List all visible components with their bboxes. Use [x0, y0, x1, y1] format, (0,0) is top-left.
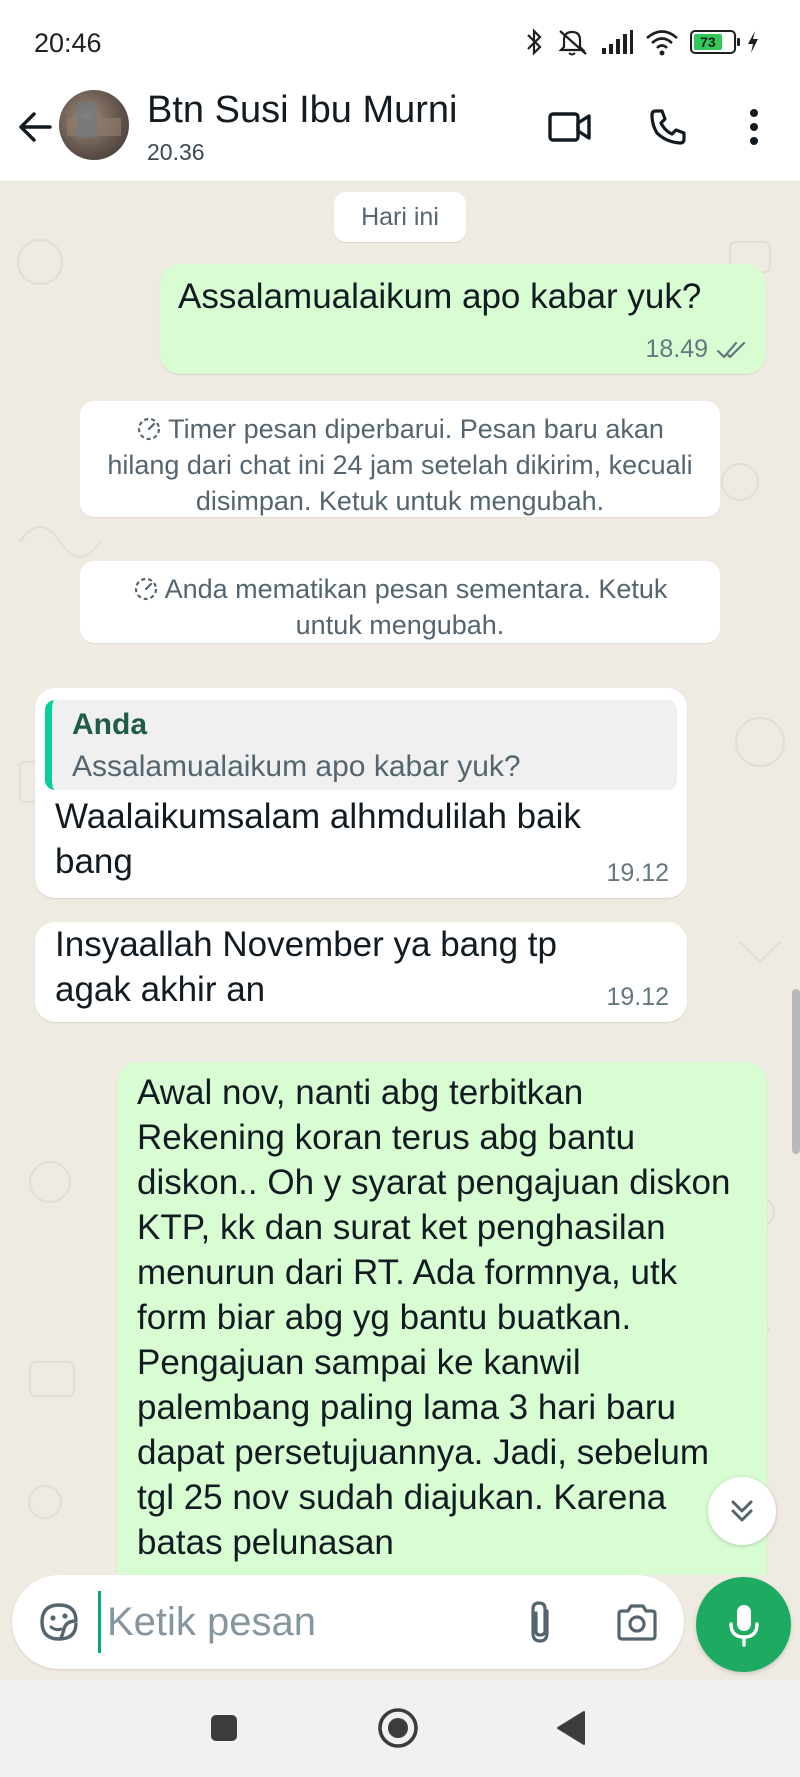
video-call-icon [548, 112, 591, 142]
message-text: Assalamualaikum apo kabar yuk? [178, 277, 702, 316]
incoming-message[interactable]: Insyaallah November ya bang tp agak akhi… [35, 922, 687, 1022]
contact-name[interactable]: Btn Susi Ibu Murni [147, 89, 457, 132]
status-icons: 73 [524, 22, 760, 62]
incoming-message[interactable]: Anda Assalamualaikum apo kabar yuk? Waal… [35, 688, 687, 898]
voice-message-button[interactable] [696, 1577, 791, 1672]
square-icon [211, 1715, 237, 1741]
sticker-button[interactable] [34, 1597, 84, 1647]
home-circle-icon [378, 1708, 418, 1748]
attach-button[interactable] [516, 1597, 566, 1647]
message-input[interactable] [98, 1591, 498, 1653]
contact-avatar[interactable] [59, 90, 129, 160]
timer-icon [134, 577, 157, 601]
quote-author: Anda [72, 708, 147, 741]
message-composer [12, 1575, 684, 1669]
mute-icon [558, 30, 587, 56]
back-nav-button[interactable] [546, 1702, 598, 1754]
voice-call-button[interactable] [642, 101, 694, 153]
outgoing-message[interactable]: Awal nov, nanti abg terbitkan Rekening k… [117, 1062, 767, 1575]
camera-button[interactable] [612, 1597, 662, 1647]
message-time: 19.12 [606, 859, 669, 887]
system-message-text: Anda mematikan pesan sementara. Ketuk un… [164, 574, 668, 640]
system-message-timer[interactable]: Timer pesan diperbarui. Pesan baru akan … [80, 401, 720, 517]
scroll-to-bottom-button[interactable] [708, 1477, 776, 1545]
read-ticks-icon [716, 341, 746, 358]
system-message-disappearing[interactable]: Anda mematikan pesan sementara. Ketuk un… [80, 561, 720, 643]
sticker-icon [40, 1603, 78, 1641]
battery-level: 73 [694, 34, 722, 50]
message-text: Waalaikumsalam alhmdulilah baik bang [55, 797, 581, 881]
back-button[interactable] [14, 105, 58, 149]
system-message-text: Timer pesan diperbarui. Pesan baru akan … [107, 414, 693, 516]
microphone-icon [728, 1604, 759, 1647]
status-time: 20:46 [34, 28, 102, 58]
timer-icon [137, 417, 161, 441]
date-chip: Hari ini [334, 192, 466, 242]
battery-icon: 73 [690, 30, 740, 54]
message-text: Awal nov, nanti abg terbitkan Rekening k… [137, 1073, 731, 1562]
bluetooth-icon [527, 28, 542, 56]
message-meta: 18.49 [645, 335, 748, 364]
quoted-message[interactable]: Anda Assalamualaikum apo kabar yuk? [45, 700, 677, 790]
more-options-button[interactable] [728, 101, 780, 153]
status-bar: 20:46 73 [0, 0, 800, 85]
scrollbar[interactable] [792, 989, 800, 1154]
home-button[interactable] [372, 1702, 424, 1754]
charging-icon [748, 31, 758, 53]
camera-icon [617, 1604, 657, 1641]
message-time: 19.12 [606, 983, 669, 1011]
message-text: Insyaallah November ya bang tp agak akhi… [55, 925, 557, 1009]
paperclip-icon [531, 1601, 549, 1643]
signal-icon [602, 30, 633, 54]
chat-header: Btn Susi Ibu Murni 20.36 [0, 85, 800, 182]
recents-button[interactable] [198, 1702, 250, 1754]
last-seen: 20.36 [147, 139, 205, 165]
video-call-button[interactable] [544, 101, 596, 153]
message-meta: 19.12 [606, 983, 669, 1012]
quote-text: Assalamualaikum apo kabar yuk? [72, 750, 521, 783]
message-time: 18.49 [645, 335, 708, 363]
more-vert-icon [750, 109, 758, 145]
triangle-back-icon [557, 1711, 585, 1745]
double-chevron-down-icon [731, 1500, 753, 1522]
system-nav-bar [0, 1680, 800, 1777]
outgoing-message[interactable]: Assalamualaikum apo kabar yuk? 18.49 [160, 264, 766, 374]
phone-icon [650, 109, 686, 145]
chat-area[interactable]: Hari ini Assalamualaikum apo kabar yuk? … [0, 182, 800, 1575]
wifi-icon [646, 30, 678, 56]
message-meta: 19.12 [606, 859, 669, 888]
arrow-left-icon [19, 112, 52, 142]
